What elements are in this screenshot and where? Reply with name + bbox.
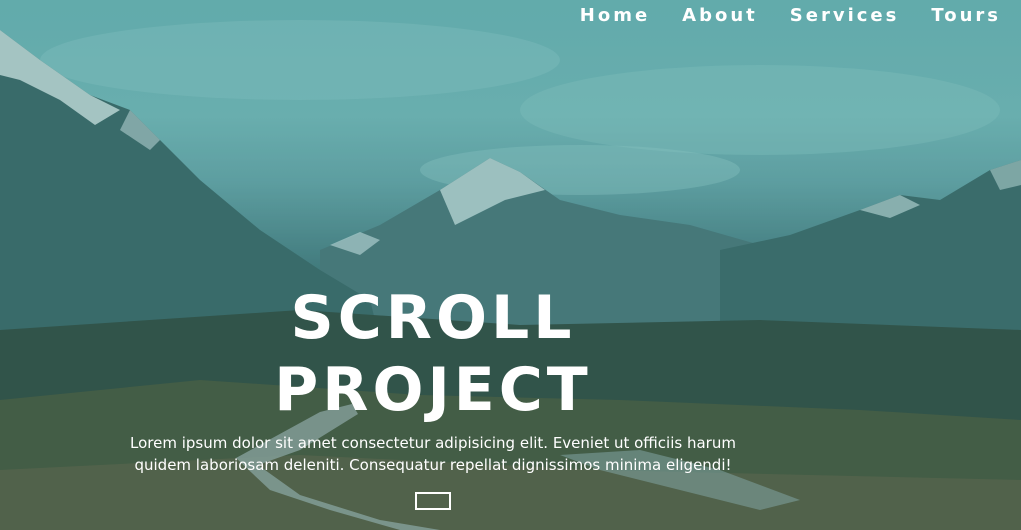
hero-title: SCROLL PROJECT [274, 283, 592, 425]
scroll-button[interactable] [415, 492, 451, 510]
hero-section: Home About Services Tours SCROLL PROJECT… [0, 0, 1021, 530]
nav-link-tours[interactable]: Tours [899, 4, 1001, 28]
nav-link-services[interactable]: Services [758, 4, 900, 28]
nav-link-home[interactable]: Home [548, 4, 650, 28]
nav-link-about[interactable]: About [650, 4, 758, 28]
hero-description: Lorem ipsum dolor sit amet consectetur a… [130, 434, 736, 474]
top-navigation: Home About Services Tours [548, 4, 1001, 28]
hero-banner: SCROLL PROJECT Lorem ipsum dolor sit ame… [130, 282, 736, 510]
